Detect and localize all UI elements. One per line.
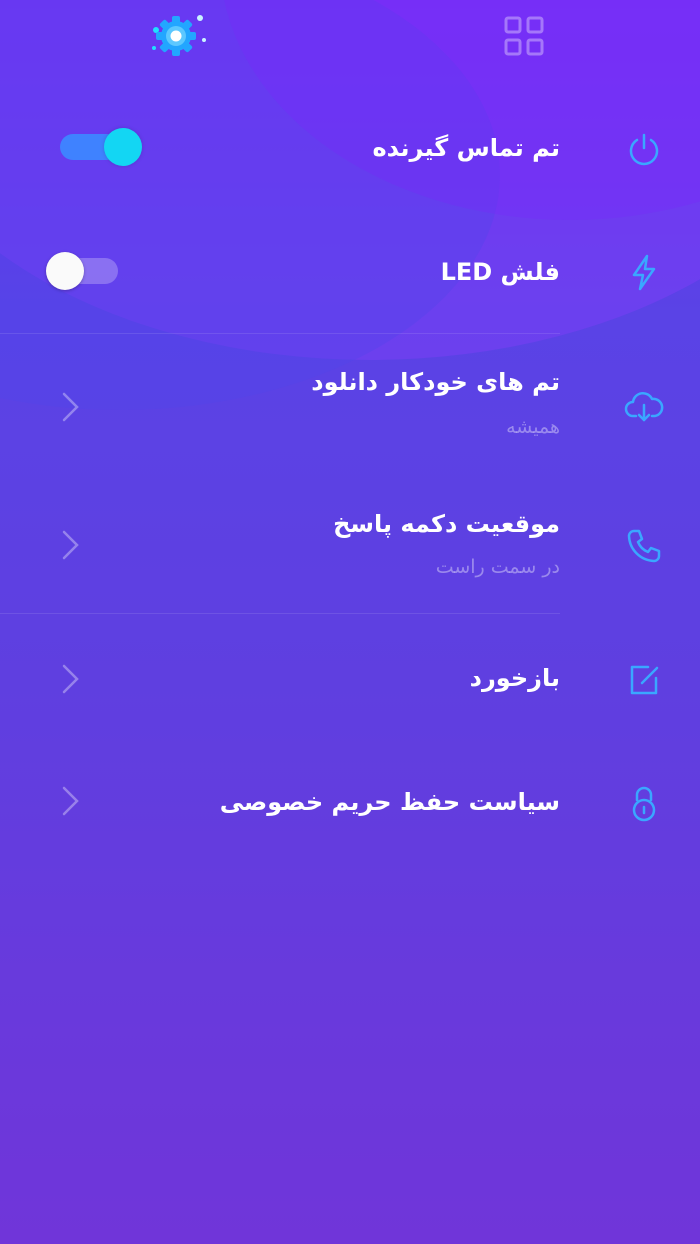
caller-theme-title: تم تماس گیرنده <box>372 134 561 162</box>
lightning-icon <box>632 254 656 291</box>
chevron-right-icon <box>62 786 79 816</box>
edit-icon <box>630 665 659 695</box>
lock-icon <box>632 786 656 822</box>
section-divider <box>0 333 560 334</box>
privacy-policy-title: سیاست حفظ حریم خصوصی <box>219 788 560 816</box>
auto-download-title: تم های خودکار دانلود <box>311 368 560 396</box>
grid-icon[interactable] <box>503 15 545 57</box>
chevron-right-icon <box>62 664 79 694</box>
chevron-right-icon <box>62 530 79 560</box>
led-flash-toggle-knob <box>46 252 84 290</box>
setting-answer-button[interactable]: موقعیت دکمه پاسخ در سمت راست <box>0 492 700 602</box>
chevron-right-icon <box>62 392 79 422</box>
feedback-title: بازخورد <box>469 664 560 692</box>
caller-theme-toggle[interactable] <box>60 128 142 166</box>
settings-gear-logo-icon[interactable] <box>148 12 208 58</box>
top-bar <box>0 0 700 80</box>
phone-icon <box>627 529 661 563</box>
answer-button-title: موقعیت دکمه پاسخ <box>333 510 560 538</box>
setting-privacy-policy[interactable]: سیاست حفظ حریم خصوصی <box>0 762 700 842</box>
power-icon <box>629 133 659 166</box>
section-divider <box>0 613 560 614</box>
caller-theme-toggle-knob <box>104 128 142 166</box>
auto-download-subtitle: همیشه <box>506 416 560 438</box>
setting-feedback[interactable]: بازخورد <box>0 640 700 720</box>
answer-button-subtitle: در سمت راست <box>435 556 560 578</box>
cloud-download-icon <box>624 392 664 422</box>
setting-auto-download[interactable]: تم های خودکار دانلود همیشه <box>0 350 700 460</box>
led-flash-title: فلش LED <box>440 258 560 286</box>
led-flash-toggle[interactable] <box>46 252 118 290</box>
setting-led-flash[interactable]: فلش LED <box>0 232 700 312</box>
setting-caller-theme[interactable]: تم تماس گیرنده <box>0 110 700 190</box>
